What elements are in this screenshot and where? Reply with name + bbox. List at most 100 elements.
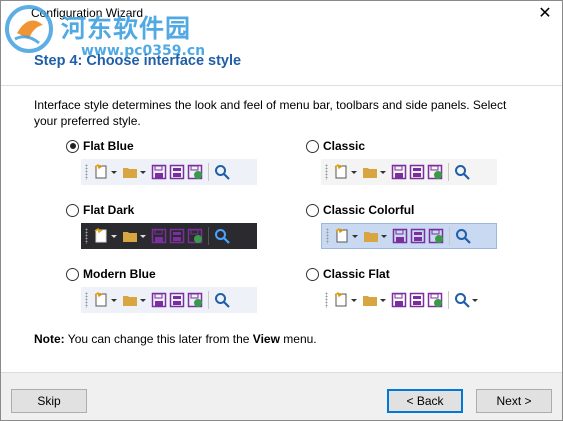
toolbar-preview-classic xyxy=(321,159,497,185)
next-button[interactable]: Next > xyxy=(476,389,552,413)
save-all-icon xyxy=(410,228,426,244)
toolbar-preview-flat-blue xyxy=(81,159,257,185)
dropdown-arrow-icon xyxy=(140,298,146,302)
new-document-icon xyxy=(93,163,109,180)
open-folder-icon xyxy=(363,228,379,244)
option-label: Modern Blue xyxy=(83,267,156,281)
style-option-flat-dark[interactable]: Flat Dark xyxy=(66,203,134,217)
dropdown-arrow-icon xyxy=(140,234,146,238)
option-label: Classic Colorful xyxy=(323,203,415,217)
save-icon xyxy=(391,292,407,308)
radio-button[interactable] xyxy=(306,203,319,217)
toolbar-separator xyxy=(208,163,209,181)
open-folder-icon xyxy=(122,228,138,244)
dropdown-arrow-icon xyxy=(351,170,357,174)
save-icon xyxy=(151,228,167,244)
search-icon xyxy=(454,164,470,180)
save-to-web-icon xyxy=(187,164,203,180)
search-icon xyxy=(454,292,470,308)
toolbar-preview-classic-flat xyxy=(321,287,497,313)
style-option-modern-blue[interactable]: Modern Blue xyxy=(66,267,156,281)
radio-button[interactable] xyxy=(66,139,79,153)
footer-bar: Skip < Back Next > xyxy=(1,372,562,420)
radio-button[interactable] xyxy=(306,139,319,153)
note-text: Note: You can change this later from the… xyxy=(34,332,317,346)
style-option-classic-colorful[interactable]: Classic Colorful xyxy=(306,203,414,217)
dropdown-arrow-icon xyxy=(352,234,358,238)
option-label: Classic xyxy=(323,139,366,153)
dropdown-arrow-icon xyxy=(381,234,387,238)
toolbar-grip xyxy=(85,228,88,244)
new-document-icon xyxy=(333,163,349,180)
new-document-icon xyxy=(93,291,109,308)
new-document-icon xyxy=(93,227,109,244)
watermark-text: 河东软件园 xyxy=(61,14,192,43)
toolbar-grip xyxy=(85,164,88,180)
option-label: Flat Dark xyxy=(83,203,135,217)
search-icon xyxy=(214,228,230,244)
skip-button[interactable]: Skip xyxy=(11,389,87,413)
dropdown-arrow-icon xyxy=(111,298,117,302)
dropdown-arrow-icon xyxy=(380,298,386,302)
configuration-wizard-window: Configuration Wizard ✕ 河东软件园 www.pc0359.… xyxy=(0,0,563,421)
toolbar-grip xyxy=(85,292,88,308)
toolbar-preview-flat-dark xyxy=(81,223,257,249)
save-to-web-icon xyxy=(187,228,203,244)
dropdown-arrow-icon xyxy=(380,170,386,174)
save-all-icon xyxy=(169,228,185,244)
note-body: You can change this later from the xyxy=(64,332,253,346)
option-label: Classic Flat xyxy=(323,267,390,281)
open-folder-icon xyxy=(362,292,378,308)
save-to-web-icon xyxy=(427,292,443,308)
header-divider xyxy=(1,85,562,86)
toolbar-separator xyxy=(448,291,449,309)
search-icon xyxy=(214,292,230,308)
save-to-web-icon xyxy=(187,292,203,308)
description-text: Interface style determines the look and … xyxy=(34,98,507,128)
search-icon xyxy=(214,164,230,180)
toolbar-separator xyxy=(448,163,449,181)
toolbar-grip xyxy=(326,228,329,244)
save-to-web-icon xyxy=(427,164,443,180)
toolbar-separator xyxy=(449,227,450,245)
note-menu: View xyxy=(252,332,280,346)
dropdown-arrow-icon xyxy=(472,298,478,302)
save-all-icon xyxy=(169,164,185,180)
save-all-icon xyxy=(409,292,425,308)
open-folder-icon xyxy=(362,164,378,180)
save-all-icon xyxy=(169,292,185,308)
page-title: Step 4: Choose interface style xyxy=(34,53,242,69)
search-icon xyxy=(455,228,471,244)
dropdown-arrow-icon xyxy=(111,170,117,174)
toolbar-preview-classic-colorful xyxy=(321,223,497,249)
close-button[interactable]: ✕ xyxy=(528,1,562,27)
dropdown-arrow-icon xyxy=(140,170,146,174)
save-icon xyxy=(392,228,408,244)
watermark-logo xyxy=(5,5,53,53)
toolbar-grip xyxy=(325,164,328,180)
open-folder-icon xyxy=(122,164,138,180)
toolbar-separator xyxy=(208,227,209,245)
save-all-icon xyxy=(409,164,425,180)
save-icon xyxy=(151,164,167,180)
toolbar-grip xyxy=(325,292,328,308)
save-to-web-icon xyxy=(428,228,444,244)
note-end: menu. xyxy=(279,332,317,346)
style-option-flat-blue[interactable]: Flat Blue xyxy=(66,139,134,153)
dropdown-arrow-icon xyxy=(111,234,117,238)
back-button[interactable]: < Back xyxy=(387,389,463,413)
save-icon xyxy=(151,292,167,308)
new-document-icon xyxy=(334,227,350,244)
note-prefix: Note: xyxy=(34,332,65,346)
new-document-icon xyxy=(333,291,349,308)
style-option-classic-flat[interactable]: Classic Flat xyxy=(306,267,390,281)
toolbar-separator xyxy=(208,291,209,309)
option-label: Flat Blue xyxy=(83,139,134,153)
style-option-classic[interactable]: Classic xyxy=(306,139,365,153)
save-icon xyxy=(391,164,407,180)
radio-button[interactable] xyxy=(66,267,79,281)
toolbar-preview-modern-blue xyxy=(81,287,257,313)
radio-button[interactable] xyxy=(306,267,319,281)
open-folder-icon xyxy=(122,292,138,308)
radio-button[interactable] xyxy=(66,203,79,217)
